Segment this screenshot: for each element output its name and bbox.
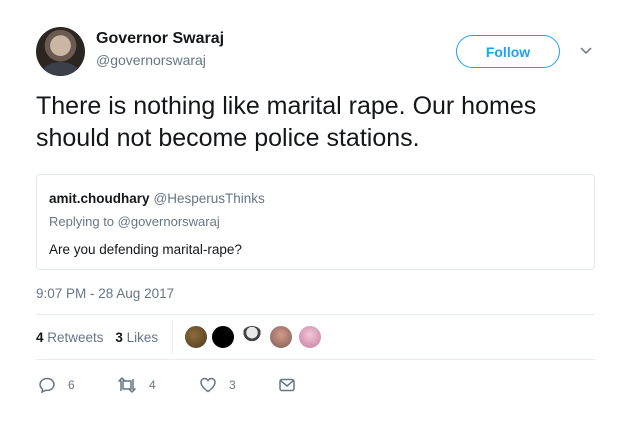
- reply-icon: [39, 377, 55, 394]
- divider: [36, 359, 595, 360]
- retweets-label[interactable]: Retweets: [47, 330, 103, 345]
- author-handle[interactable]: @governorswaraj: [96, 52, 206, 68]
- direct-message-button[interactable]: [278, 376, 296, 394]
- retweet-button[interactable]: 4: [117, 376, 156, 394]
- author-avatar[interactable]: [36, 27, 85, 76]
- quoted-display-name: amit.choudhary: [49, 191, 150, 206]
- direct-message-icon: [279, 378, 295, 392]
- liker-avatar[interactable]: [184, 325, 208, 349]
- liker-avatar[interactable]: [298, 325, 322, 349]
- likes-count[interactable]: 3: [115, 330, 123, 345]
- heart-icon: [200, 377, 216, 393]
- liker-avatar[interactable]: [211, 325, 235, 349]
- liker-avatar[interactable]: [269, 325, 293, 349]
- quoted-text: Are you defending marital-rape?: [49, 242, 242, 257]
- retweet-icon: [118, 377, 136, 393]
- tweet-text: There is nothing like marital rape. Our …: [36, 92, 537, 152]
- reply-button[interactable]: 6: [38, 376, 75, 394]
- author-display-name[interactable]: Governor Swaraj: [96, 30, 224, 48]
- engagement-stats: 4 Retweets 3 Likes: [36, 330, 158, 345]
- follow-button[interactable]: Follow: [456, 35, 560, 68]
- stats-separator: [172, 320, 173, 354]
- quoted-replying-to: Replying to @governorswaraj: [49, 214, 220, 229]
- liker-avatar[interactable]: [240, 325, 264, 349]
- quoted-handle: @HesperusThinks: [153, 191, 265, 206]
- tweet-timestamp[interactable]: 9:07 PM - 28 Aug 2017: [36, 286, 174, 301]
- quoted-tweet[interactable]: amit.choudhary @HesperusThinks Replying t…: [36, 174, 595, 270]
- retweet-count: 4: [149, 378, 156, 392]
- caret-down-icon[interactable]: [579, 44, 593, 58]
- like-button[interactable]: 3: [199, 376, 236, 394]
- reply-count: 6: [68, 378, 75, 392]
- quoted-author: amit.choudhary @HesperusThinks: [49, 191, 265, 206]
- divider: [36, 314, 595, 315]
- retweets-count[interactable]: 4: [36, 330, 44, 345]
- like-count: 3: [229, 378, 236, 392]
- likes-label[interactable]: Likes: [127, 330, 159, 345]
